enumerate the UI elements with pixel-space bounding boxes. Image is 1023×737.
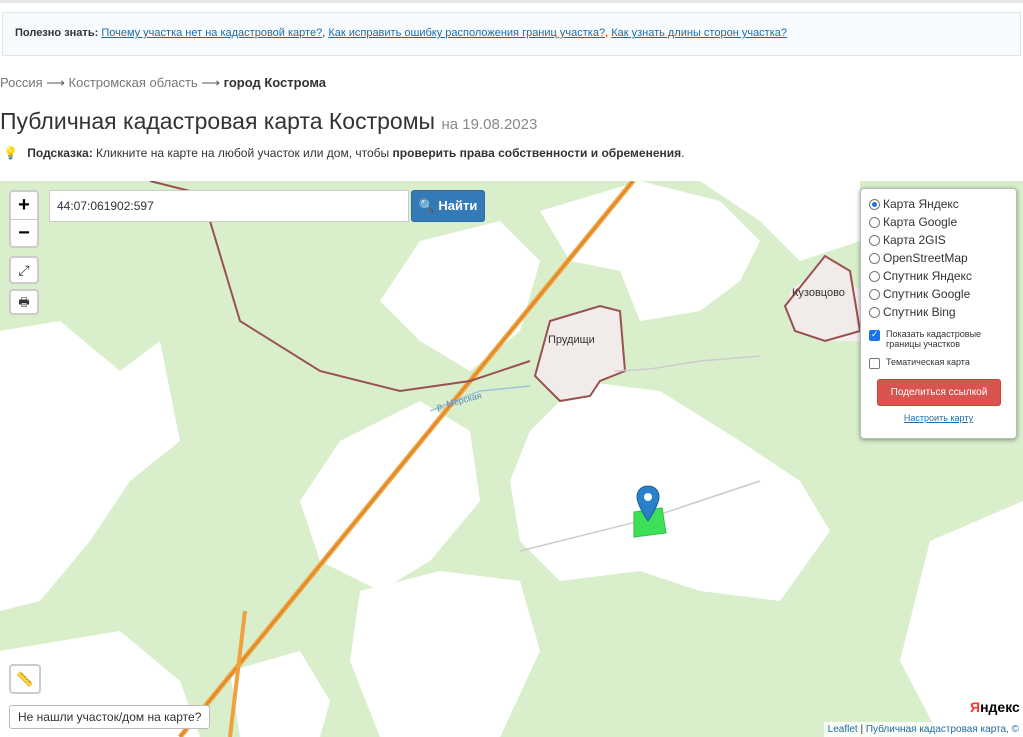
layer-option-yandex-satellite[interactable]: Спутник Яндекс [869, 267, 1008, 285]
layer-option-bing-satellite[interactable]: Спутник Bing [869, 303, 1008, 321]
breadcrumb-separator: ⟶ [46, 75, 65, 90]
layers-panel: Карта Яндекс Карта Google Карта 2GIS Ope… [860, 188, 1017, 439]
lightbulb-icon: 💡 [3, 146, 18, 160]
checkbox-icon[interactable] [869, 358, 880, 369]
zoom-out-button[interactable]: − [11, 219, 37, 246]
cadastral-map-link[interactable]: Публичная кадастровая карта, © [866, 724, 1019, 735]
layer-option-label: Карта Google [883, 215, 958, 229]
layer-option-label: Карта Яндекс [883, 197, 959, 211]
info-label: Полезно знать: [15, 27, 99, 39]
top-border [0, 0, 1023, 3]
hint-label: Подсказка: [27, 146, 93, 160]
printer-icon: 🖶 [18, 295, 30, 309]
breadcrumb-russia[interactable]: Россия [0, 75, 43, 90]
search-icon: 🔍 [418, 198, 435, 213]
print-button[interactable]: 🖶 [9, 289, 39, 315]
layer-option-label: Карта 2GIS [883, 233, 946, 247]
ruler-button[interactable]: 📏 [9, 664, 41, 694]
attribution: Leaflet | Публичная кадастровая карта, © [823, 722, 1023, 737]
layer-option-label: Спутник Bing [883, 305, 956, 319]
layer-option-label: Спутник Google [883, 287, 971, 301]
yandex-logo-first: Я [970, 699, 981, 715]
leaflet-link[interactable]: Leaflet [828, 724, 858, 735]
hint-text: Кликните на карте на любой участок или д… [96, 146, 390, 160]
not-found-button[interactable]: Не нашли участок/дом на карте? [9, 705, 211, 729]
share-link-button[interactable]: Поделиться ссылкой [877, 379, 1001, 406]
radio-icon[interactable] [869, 216, 880, 228]
link-why-missing[interactable]: Почему участка нет на кадастровой карте? [101, 27, 322, 39]
setup-map-link[interactable]: Настроить карту [869, 413, 1008, 423]
find-button-label: Найти [438, 198, 478, 213]
radio-icon[interactable] [869, 306, 880, 318]
find-button[interactable]: 🔍 Найти [411, 190, 485, 222]
thematic-map-label: Тематическая карта [886, 357, 970, 367]
layer-option-osm[interactable]: OpenStreetMap [869, 249, 1008, 267]
layer-option-label: Спутник Яндекс [883, 269, 972, 283]
info-bar: Полезно знать: Почему участка нет на кад… [2, 12, 1021, 56]
layer-option-yandex-map[interactable]: Карта Яндекс [869, 195, 1008, 213]
yandex-logo-rest: ндекс [980, 699, 1020, 715]
breadcrumb-separator: ⟶ [201, 75, 220, 90]
layer-option-google-map[interactable]: Карта Google [869, 213, 1008, 231]
radio-icon[interactable] [869, 234, 880, 246]
show-borders-label: Показать кадастровые границы участков [886, 329, 982, 349]
radio-icon[interactable] [869, 252, 880, 264]
page-title-date: на 19.08.2023 [441, 116, 538, 133]
fullscreen-button[interactable]: ⤢ [9, 256, 39, 284]
link-side-lengths[interactable]: Как узнать длины сторон участка? [611, 27, 787, 39]
layer-option-2gis-map[interactable]: Карта 2GIS [869, 231, 1008, 249]
layer-option-google-satellite[interactable]: Спутник Google [869, 285, 1008, 303]
map-label-kuzovtsovo: Кузовцово [792, 287, 845, 299]
expand-icon: ⤢ [18, 262, 30, 278]
radio-icon[interactable] [869, 288, 880, 300]
map[interactable]: Прудищи Кузовцово р. Мерская + − ⤢ 🖶 44:… [0, 181, 1023, 737]
breadcrumb-current: город Кострома [223, 75, 327, 90]
zoom-in-button[interactable]: + [11, 192, 37, 219]
checkbox-icon[interactable] [869, 329, 880, 341]
link-fix-borders[interactable]: Как исправить ошибку расположения границ… [328, 27, 605, 39]
thematic-map-checkbox[interactable]: Тематическая карта [869, 357, 1008, 369]
hint-bold: проверить права собственности и обремене… [392, 146, 682, 160]
zoom-control: + − [9, 190, 39, 248]
map-label-prudishchi: Прудищи [548, 334, 595, 346]
location-marker-icon[interactable] [636, 485, 660, 523]
attribution-sep: | [857, 724, 866, 735]
page-title: Публичная кадастровая карта Костромы на … [0, 108, 537, 135]
yandex-logo: Яндекс [970, 699, 1020, 715]
cadastral-search-input[interactable]: 44:07:061902:597 [49, 190, 409, 222]
layer-option-label: OpenStreetMap [883, 251, 968, 265]
breadcrumb: Россия ⟶ Костромская область ⟶ город Кос… [0, 75, 326, 91]
radio-icon[interactable] [869, 198, 880, 210]
hint: 💡 Подсказка: Кликните на карте на любой … [3, 146, 684, 160]
breadcrumb-region[interactable]: Костромская область [69, 75, 198, 90]
ruler-icon: 📏 [16, 671, 34, 687]
radio-icon[interactable] [869, 270, 880, 282]
show-borders-checkbox[interactable]: Показать кадастровые границы участков [869, 329, 1008, 349]
hint-end: . [681, 146, 685, 160]
page-title-text: Публичная кадастровая карта Костромы [0, 108, 436, 134]
